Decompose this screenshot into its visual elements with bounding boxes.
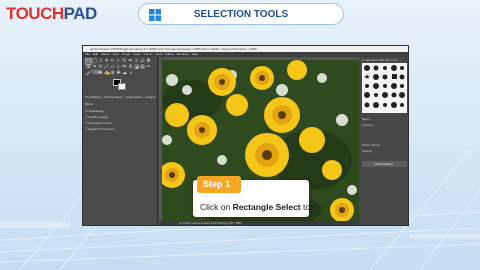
brush-grid[interactable] <box>362 63 407 113</box>
layer-name: yellow-flowers <box>374 162 393 166</box>
brushes-heading: 2. Hardness 050 (51 × 51) <box>362 58 397 62</box>
step-badge: Step 1 <box>197 176 241 193</box>
gimp-toolbox: ▭ ◯ ℓ ✦ ✂ ◐ ✎ ✒ ⌕ ∠ ✥ ⊞ ⌗ ↻ ⤢ ▱ ◇ ⇋ A ◪ … <box>83 57 158 225</box>
feather-option[interactable]: ☐ Feather edges <box>85 115 108 119</box>
pencil-tool[interactable]: ✏ <box>146 65 151 70</box>
tool-options-tabs: Tool Options · Device Status · Undo Hist… <box>85 95 156 99</box>
antialias-label: Antialiasing <box>88 109 104 113</box>
tab-undo-history[interactable]: Undo History <box>126 95 143 99</box>
layer-mode-label: Mode Normal <box>362 143 381 147</box>
gimp-right-dock: 2. Hardness 050 (51 × 51) Basic, Spacing… <box>360 57 408 225</box>
clone-tool[interactable]: ⊕ <box>110 71 115 76</box>
instruction-text: Click on Rectangle Select tool. <box>200 202 319 212</box>
brush-basic-label: Basic, <box>362 117 371 121</box>
antialias-option[interactable]: ☑ Antialiasing <box>85 109 104 113</box>
paintbrush-tool[interactable]: 🖌 <box>86 71 92 76</box>
touchpad-logo: TOUCHPAD <box>6 4 97 26</box>
section-header: SELECTION TOOLS <box>138 3 344 25</box>
instruction-prefix: Click on <box>200 202 233 212</box>
background-color-swatch[interactable] <box>118 83 126 90</box>
smudge-tool[interactable]: ☁ <box>122 71 127 76</box>
layer-opacity-label: Opacity <box>362 149 373 153</box>
tab-device-status[interactable]: Device Status <box>104 95 123 99</box>
tab-tool-options[interactable]: Tool Options <box>85 95 102 99</box>
heal-tool[interactable]: ✚ <box>116 71 121 76</box>
mode-option: Mode: <box>85 102 93 106</box>
instruction-suffix: tool. <box>300 202 320 212</box>
tab-images[interactable]: Images <box>146 95 156 99</box>
instruction-tool-name: Rectangle Select <box>232 202 301 212</box>
expand-option[interactable]: ☐ Expand from center <box>85 127 115 131</box>
eraser-tool[interactable]: ⌫ <box>92 71 99 76</box>
blend-tool[interactable]: ▤ <box>140 65 145 70</box>
feather-label: Feather edges <box>88 115 108 119</box>
section-title: SELECTION TOOLS <box>193 9 289 20</box>
mode-label: Mode: <box>85 102 94 106</box>
gimp-statusbar: px 100% yellow flowers 1097930.jpg (39.7… <box>159 221 359 225</box>
rounded-option[interactable]: ☐ Rounded corners <box>85 121 112 125</box>
layer-row[interactable]: yellow-flowers <box>362 161 407 167</box>
rounded-label: Rounded corners <box>88 121 112 125</box>
ink-tool[interactable]: ✍ <box>104 71 110 76</box>
dodge-burn-tool[interactable]: ◑ <box>128 71 133 76</box>
bucket-fill-tool[interactable]: ◪ <box>134 65 139 70</box>
gimp-titlebar: [yellow-flowers-1097930.jpg]-(imported)-… <box>83 46 408 52</box>
instruction-card: Step 1 Click on Rectangle Select tool. <box>193 176 319 217</box>
logo-text-touch: TOUCH <box>6 4 64 23</box>
brush-spacing-label: Spacing <box>362 123 373 127</box>
airbrush-tool[interactable]: ✺ <box>98 71 103 76</box>
logo-text-pad: PAD <box>63 4 98 23</box>
expand-label: Expand from center <box>88 127 115 131</box>
